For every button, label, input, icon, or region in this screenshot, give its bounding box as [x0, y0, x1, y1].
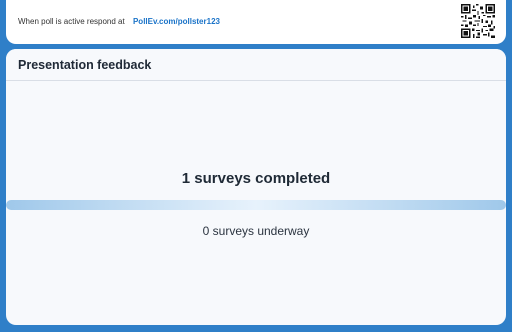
respond-url-link[interactable]: PollEv.com/pollster123	[133, 17, 220, 26]
respond-banner: When poll is active respond at PollEv.co…	[6, 0, 506, 44]
survey-panel: Presentation feedback 1 surveys complete…	[6, 49, 506, 325]
completion-progress-bar	[6, 200, 506, 210]
respond-label: When poll is active respond at	[18, 17, 125, 26]
panel-title: Presentation feedback	[18, 57, 152, 72]
surveys-completed-label: 1 surveys completed	[181, 170, 331, 187]
panel-header: Presentation feedback	[6, 49, 506, 81]
respond-instructions: When poll is active respond at PollEv.co…	[18, 17, 220, 26]
qr-code-icon	[461, 4, 495, 38]
surveys-underway-label: 0 surveys underway	[202, 224, 310, 238]
